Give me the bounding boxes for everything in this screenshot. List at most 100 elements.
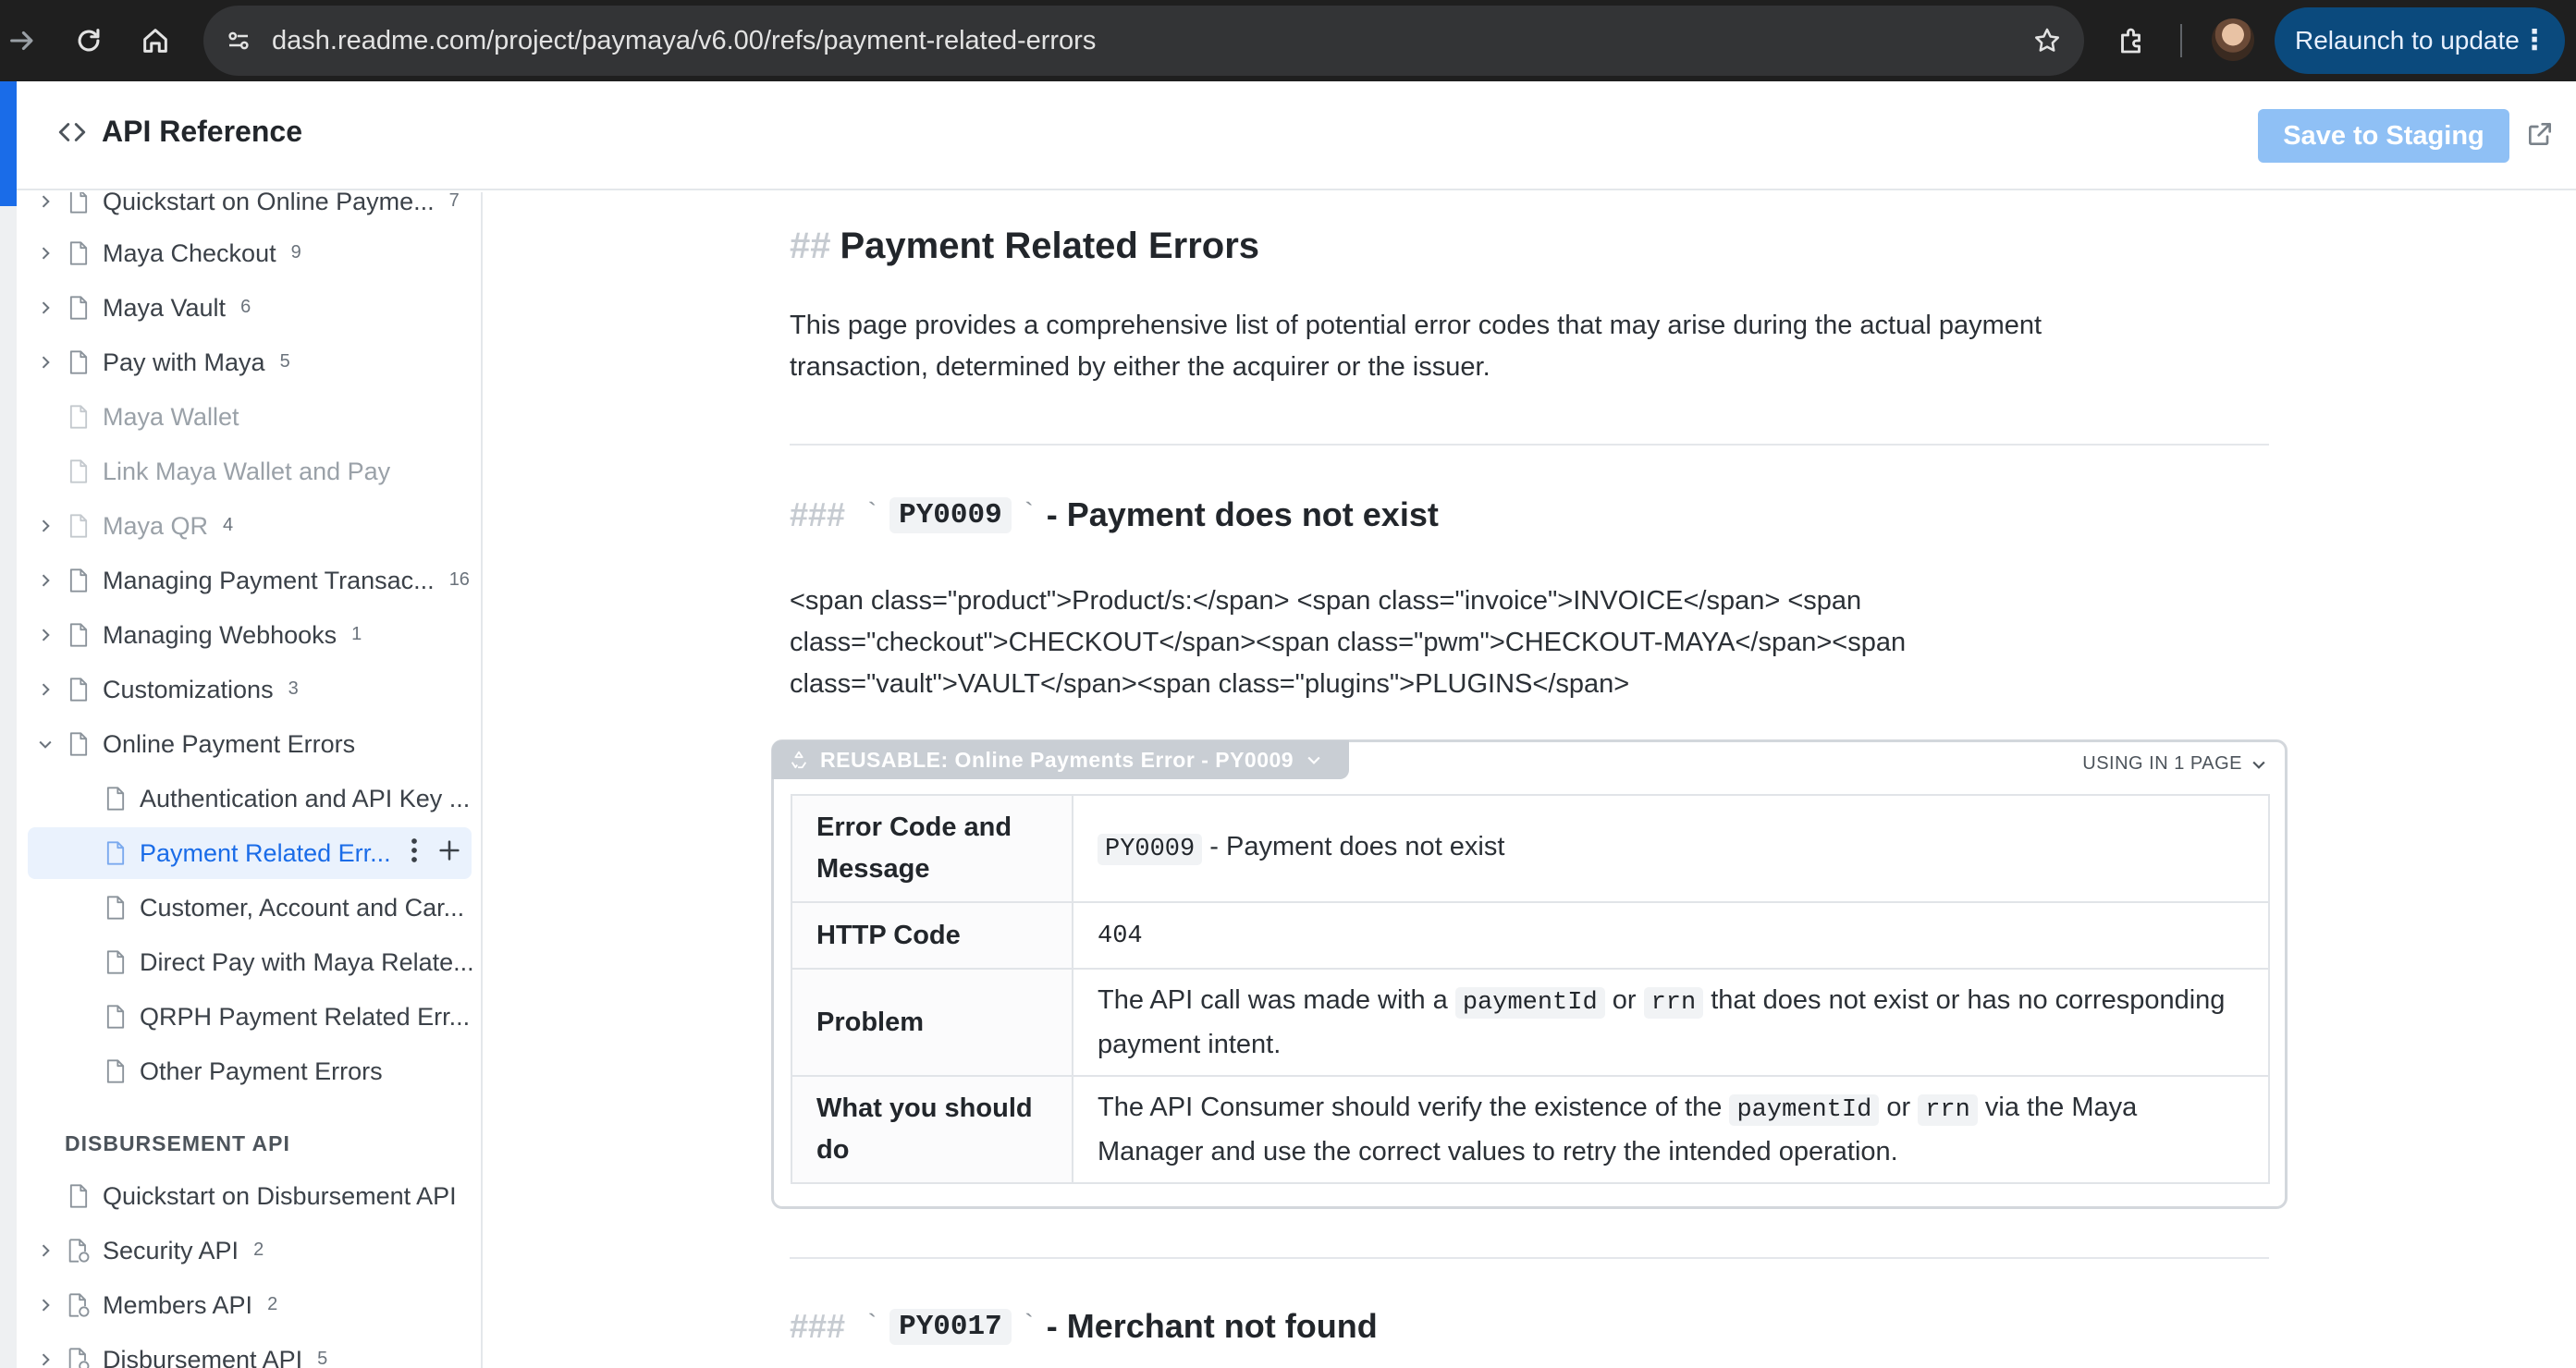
reload-icon[interactable] — [61, 13, 117, 68]
sidebar-item-label: Maya QR — [103, 511, 209, 540]
sidebar-item-security-api[interactable]: Security API 2 — [17, 1225, 481, 1276]
sidebar-item-direct-pay-errors[interactable]: Direct Pay with Maya Relate... — [17, 936, 481, 988]
url-text[interactable]: dash.readme.com/project/paymaya/v6.00/re… — [272, 6, 1096, 76]
forward-icon[interactable] — [0, 13, 50, 68]
table-key-cell: Error Code and Message — [791, 794, 1073, 903]
child-count: 7 — [448, 192, 460, 211]
editor-content[interactable]: ## Payment Related Errors This page provi… — [485, 192, 2576, 1368]
sidebar-item-link-maya-wallet[interactable]: Link Maya Wallet and Pay — [17, 446, 481, 497]
editor-gutter — [0, 206, 17, 1368]
chevron-right-icon[interactable] — [33, 350, 57, 374]
span-line: <span class="product">Product/s:</span> … — [790, 586, 1862, 616]
sidebar-item-label: Customer, Account and Car... — [140, 893, 465, 922]
chevron-right-icon[interactable] — [33, 514, 57, 538]
sidebar-item-qrph-errors[interactable]: QRPH Payment Related Err... — [17, 991, 481, 1043]
intro-line: This page provides a comprehensive list … — [790, 311, 2042, 340]
sidebar-item-disbursement-api[interactable]: Disbursement API 5 — [17, 1334, 481, 1368]
sidebar-item-label: Payment Related Err... — [140, 838, 391, 867]
sidebar-item-other-payment-errors[interactable]: Other Payment Errors — [17, 1045, 481, 1097]
chevron-down-icon[interactable] — [33, 732, 57, 756]
backtick: ` — [864, 499, 881, 531]
sidebar-item-online-payment-errors[interactable]: Online Payment Errors — [17, 718, 481, 770]
page-heading[interactable]: ## Payment Related Errors — [790, 226, 1259, 267]
extensions-icon[interactable] — [2108, 17, 2156, 65]
chevron-right-icon[interactable] — [33, 678, 57, 702]
site-settings-icon[interactable] — [218, 20, 259, 61]
code-brackets-icon — [55, 116, 89, 149]
cell-text: The API Consumer should verify the exist… — [1098, 1092, 1730, 1122]
sidebar-item-managing-payment-transactions[interactable]: Managing Payment Transac... 16 — [17, 555, 481, 606]
chevron-right-icon[interactable] — [33, 1293, 57, 1317]
sidebar-item-label: Maya Vault — [103, 293, 227, 322]
sidebar-item-members-api[interactable]: Members API 2 — [17, 1279, 481, 1331]
page-title: Payment Related Errors — [840, 226, 1260, 266]
product-span-html[interactable]: <span class="product">Product/s:</span> … — [790, 580, 2269, 705]
reusable-content-block[interactable]: REUSABLE: Online Payments Error - PY0009… — [771, 739, 2288, 1209]
chevron-right-icon[interactable] — [33, 1239, 57, 1263]
chevron-right-icon[interactable] — [33, 241, 57, 265]
inline-code: 404 — [1098, 922, 1143, 950]
backtick: ` — [1020, 1311, 1037, 1342]
sidebar-item-payment-related-errors[interactable]: Payment Related Err... — [28, 827, 472, 879]
chevron-right-icon[interactable] — [33, 568, 57, 592]
inline-code: rrn — [1918, 1093, 1978, 1126]
kebab-menu-icon[interactable]: ⋮ — [2521, 7, 2548, 74]
error-title: - Merchant not found — [1046, 1307, 1378, 1345]
external-link-icon[interactable] — [2522, 116, 2558, 152]
sidebar-item-maya-qr[interactable]: Maya QR 4 — [17, 500, 481, 552]
add-page-icon[interactable] — [436, 837, 462, 868]
sidebar-item-authentication-errors[interactable]: Authentication and API Key ... — [17, 773, 481, 824]
sidebar-item[interactable]: Quickstart on Online Payme... 7 — [17, 192, 481, 227]
sidebar-item-label: Members API — [103, 1290, 253, 1319]
markdown-hash: ### — [790, 495, 846, 533]
error-heading-py0009[interactable]: ### ` PY0009 ` - Payment does not exist — [790, 495, 1439, 534]
api-page-icon — [67, 1291, 91, 1319]
sidebar-item-managing-webhooks[interactable]: Managing Webhooks 1 — [17, 609, 481, 661]
divider — [790, 1257, 2269, 1259]
table-key-cell: Problem — [791, 968, 1073, 1077]
sidebar-item-maya-wallet[interactable]: Maya Wallet — [17, 391, 481, 443]
reusable-tag[interactable]: REUSABLE: Online Payments Error - PY0009 — [772, 740, 1350, 779]
chevron-right-icon[interactable] — [33, 192, 57, 214]
sidebar-item-maya-vault[interactable]: Maya Vault 6 — [17, 282, 481, 334]
inline-code: paymentId — [1454, 986, 1605, 1019]
span-line: class="vault">VAULT</span><span class="p… — [790, 669, 1630, 699]
using-in-pages-dropdown[interactable]: USING IN 1 PAGE — [2082, 753, 2268, 775]
sidebar-item-label: Customizations — [103, 675, 274, 703]
browser-toolbar: dash.readme.com/project/paymaya/v6.00/re… — [0, 0, 2576, 81]
sidebar-item-label: Disbursement API — [103, 1345, 303, 1368]
sidebar-item-customizations[interactable]: Customizations 3 — [17, 664, 481, 715]
table-key-cell: HTTP Code — [791, 901, 1073, 970]
relaunch-button[interactable]: Relaunch to update ⋮ — [2275, 7, 2565, 74]
intro-paragraph[interactable]: This page provides a comprehensive list … — [790, 305, 2269, 388]
child-count: 5 — [317, 1348, 328, 1368]
intro-line: transaction, determined by either the ac… — [790, 352, 1490, 382]
sidebar-item-customer-account-errors[interactable]: Customer, Account and Car... — [17, 882, 481, 934]
table-row: Error Code and Message PY0009 - Payment … — [791, 794, 2270, 903]
sidebar-item-label: Link Maya Wallet and Pay — [103, 457, 391, 485]
cell-text: or — [1604, 984, 1644, 1015]
chevron-right-icon[interactable] — [33, 1348, 57, 1368]
table-key-cell: What you should do — [791, 1075, 1073, 1184]
sidebar-item-label: Managing Payment Transac... — [103, 566, 435, 594]
save-to-staging-button[interactable]: Save to Staging — [2258, 109, 2509, 163]
sidebar-item-label: Authentication and API Key ... — [140, 784, 471, 812]
child-count: 1 — [351, 623, 362, 644]
error-heading-py0017[interactable]: ### ` PY0017 ` - Merchant not found — [790, 1307, 1378, 1346]
address-bar[interactable]: dash.readme.com/project/paymaya/v6.00/re… — [203, 6, 2084, 76]
sidebar-item-quickstart-disbursement[interactable]: Quickstart on Disbursement API — [17, 1170, 481, 1222]
sidebar-item-maya-checkout[interactable]: Maya Checkout 9 — [17, 227, 481, 279]
more-options-icon[interactable] — [409, 837, 420, 869]
chevron-right-icon[interactable] — [33, 623, 57, 647]
error-table: Error Code and Message PY0009 - Payment … — [791, 794, 2270, 1184]
chevron-right-icon[interactable] — [33, 296, 57, 320]
profile-avatar[interactable] — [2212, 18, 2254, 61]
sidebar-item-pay-with-maya[interactable]: Pay with Maya 5 — [17, 336, 481, 388]
table-row: What you should do The API Consumer shou… — [791, 1075, 2270, 1184]
sidebar-nav: Quickstart on Online Payme... 7 Maya Chec… — [17, 192, 483, 1368]
item-actions — [409, 837, 462, 869]
bookmark-star-icon[interactable] — [2027, 20, 2067, 61]
sidebar-item-label: Security API — [103, 1236, 239, 1264]
section-switcher[interactable]: API Reference — [55, 115, 302, 149]
home-icon[interactable] — [128, 13, 183, 68]
